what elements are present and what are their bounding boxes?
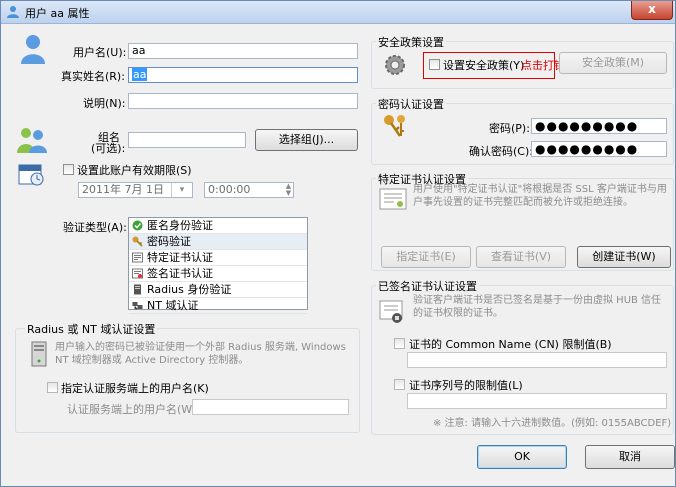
description-input[interactable] xyxy=(128,93,358,109)
group-users-icon xyxy=(17,128,47,153)
radius-nt-group-title: Radius 或 NT 域认证设置 xyxy=(25,321,158,337)
user-properties-dialog: 用户 aa 属性 x 用户名(U): aa 真实姓名(R): aa 说明(N):… xyxy=(0,0,676,487)
password-auth-group-title: 密码认证设置 xyxy=(376,96,446,112)
expiry-time-input[interactable]: 0:00:00 xyxy=(204,182,294,198)
server-user-input[interactable] xyxy=(192,399,349,415)
password-label: 密码(P): xyxy=(489,122,530,135)
confirm-password-label: 确认密码(C): xyxy=(469,145,533,158)
group-label-line2: (可选): xyxy=(91,142,126,155)
group-name-input[interactable] xyxy=(128,132,246,148)
time-spinner-icon[interactable]: ▲ ▼ xyxy=(284,183,293,197)
date-dropdown-icon[interactable]: ▾ xyxy=(171,183,192,197)
specify-server-user-checkbox[interactable] xyxy=(47,382,58,393)
close-button[interactable]: x xyxy=(631,1,673,20)
cn-limit-input[interactable] xyxy=(407,352,667,368)
username-input[interactable]: aa xyxy=(128,43,358,59)
auth-item-label: NT 域认证 xyxy=(147,299,199,312)
user-avatar-icon xyxy=(21,35,45,64)
auth-item-specific-cert[interactable]: 特定证书认证 xyxy=(129,250,307,266)
specify-server-user-label: 指定认证服务端上的用户名(K) xyxy=(61,382,209,395)
auth-item-label: 匿名身份验证 xyxy=(147,219,213,232)
key-icon xyxy=(132,236,143,247)
cn-limit-label: 证书的 Common Name (CN) 限制值(B) xyxy=(409,338,612,351)
realname-input[interactable]: aa xyxy=(128,67,358,83)
title-bar[interactable]: 用户 aa 属性 x xyxy=(1,1,675,24)
radius-hint: 用户输入的密码已被验证使用一个外部 Radius 服务端, Windows NT… xyxy=(55,342,346,366)
security-policy-checkbox[interactable] xyxy=(429,59,440,70)
auth-item-password[interactable]: 密码验证 xyxy=(129,234,307,250)
user-icon xyxy=(7,6,19,18)
specific-cert-hint: 用户使用"特定证书认证"将根据是否 SSL 客户端证书与用户事先设置的证书完整匹… xyxy=(413,184,667,208)
password-input[interactable]: ●●●●●●●●● xyxy=(531,118,667,134)
auth-item-label: Radius 身份验证 xyxy=(147,283,232,296)
select-group-button[interactable]: 选择组(J)... xyxy=(255,129,358,151)
certificate-icon xyxy=(132,252,143,263)
description-label: 说明(N): xyxy=(83,97,126,110)
auth-item-nt-domain[interactable]: NT 域认证 xyxy=(129,298,307,314)
server-tower-icon xyxy=(31,341,47,367)
calendar-icon xyxy=(18,164,44,186)
serial-limit-checkbox[interactable] xyxy=(394,379,405,390)
server-user-label: 认证服务端上的用户名(W): xyxy=(67,403,201,416)
auth-type-list[interactable]: 匿名身份验证 密码验证 特定证书认证 签名证书认证 Radius 身份验证 NT… xyxy=(128,217,308,314)
serial-limit-label: 证书序列号的限制值(L) xyxy=(409,379,523,392)
account-expiry-label: 设置此账户有效期限(S) xyxy=(77,164,192,177)
signed-cert-hint: 验证客户端证书是否已签名是基于一份由虚拟 HUB 信任的证书权限的证书。 xyxy=(413,295,662,319)
ok-button[interactable]: OK xyxy=(477,445,567,469)
auth-item-label: 特定证书认证 xyxy=(147,251,213,264)
auth-item-label: 签名证书认证 xyxy=(147,267,213,280)
check-circle-icon xyxy=(132,220,143,231)
hex-note: ※ 注意: 请输入十六进制数值。(例如: 0155ABCDEF) xyxy=(433,418,672,429)
auth-item-signed-cert[interactable]: 签名证书认证 xyxy=(129,266,307,282)
server-icon xyxy=(134,284,141,295)
account-expiry-checkbox[interactable] xyxy=(63,164,74,175)
signed-cert-group-title: 已签名证书认证设置 xyxy=(376,278,479,294)
realname-value: aa xyxy=(132,68,148,81)
specify-cert-button[interactable]: 指定证书(E) xyxy=(381,246,471,268)
auth-item-radius[interactable]: Radius 身份验证 xyxy=(129,282,307,298)
expiry-date-value: 2011年 7月 1日 xyxy=(82,183,164,196)
security-policy-button[interactable]: 安全政策(M) xyxy=(559,52,667,74)
view-cert-button[interactable]: 查看证书(V) xyxy=(476,246,566,268)
cn-limit-checkbox[interactable] xyxy=(394,338,405,349)
auth-item-anonymous[interactable]: 匿名身份验证 xyxy=(129,218,307,234)
cancel-button[interactable]: 取消 xyxy=(585,445,675,469)
gear-icon xyxy=(385,55,405,75)
signed-certificate-icon xyxy=(132,268,143,279)
auth-type-label: 验证类型(A): xyxy=(63,221,127,234)
confirm-password-input[interactable]: ●●●●●●●●● xyxy=(531,141,667,157)
serial-limit-input[interactable] xyxy=(407,393,667,409)
security-policy-group-title: 安全政策设置 xyxy=(376,34,446,50)
username-label: 用户名(U): xyxy=(73,46,127,59)
keys-icon xyxy=(384,115,405,137)
network-icon xyxy=(132,302,143,310)
certificate-large-icon xyxy=(379,188,407,210)
security-policy-label: 设置安全政策(Y) xyxy=(443,59,525,72)
signed-cert-large-icon xyxy=(379,300,403,323)
create-cert-button[interactable]: 创建证书(W) xyxy=(577,246,671,268)
realname-label: 真实姓名(R): xyxy=(61,70,125,83)
window-title: 用户 aa 属性 xyxy=(25,7,90,20)
auth-item-label: 密码验证 xyxy=(147,235,191,248)
